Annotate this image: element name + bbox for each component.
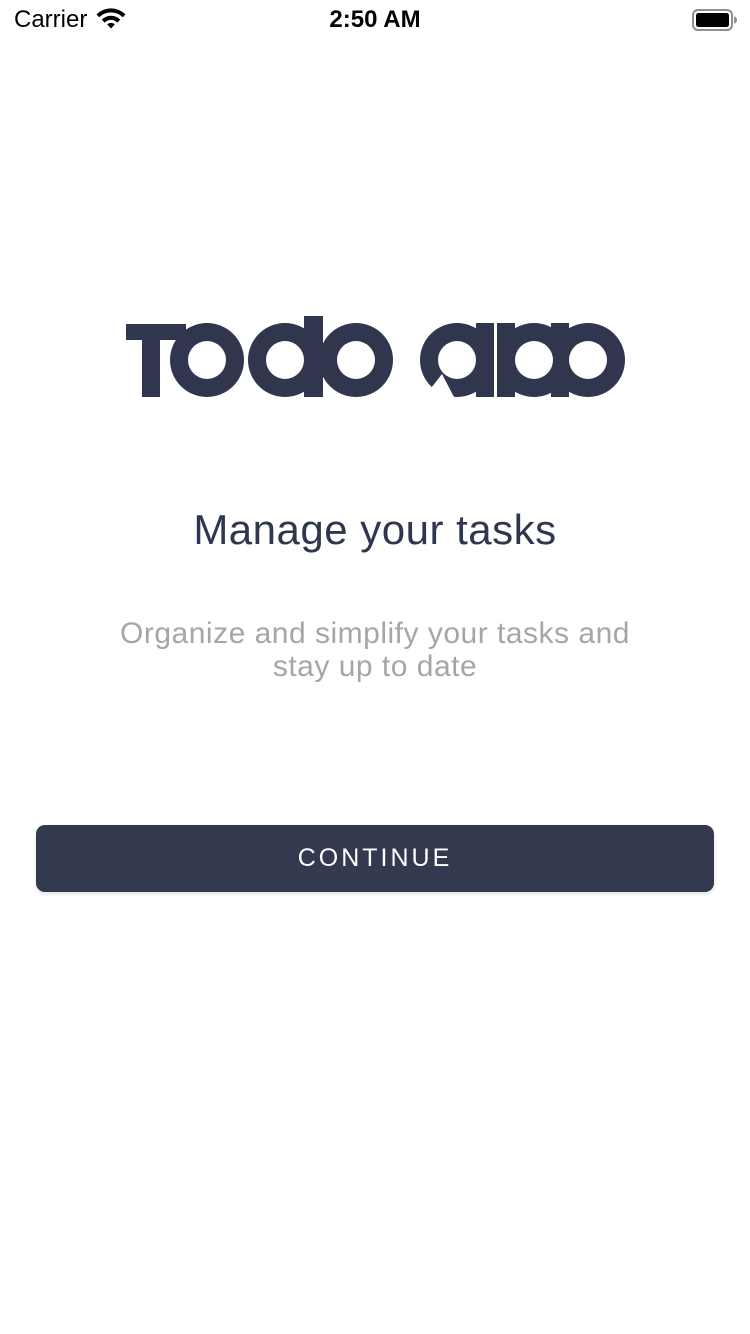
status-time: 2:50 AM [329, 6, 421, 33]
subtitle-line-2: stay up to date [272, 650, 478, 683]
continue-button[interactable]: CONTINUE [36, 825, 714, 892]
battery-full-icon [692, 8, 738, 32]
subtitle-line-1: Organize and simplify your tasks and [120, 617, 630, 650]
logo-wordmark [126, 316, 625, 397]
todo-app-logo [124, 316, 627, 400]
onboarding-subtitle: Organize and simplify your tasks and sta… [100, 617, 650, 683]
status-bar: Carrier 2:50 AM [0, 0, 750, 40]
onboarding-headline: Manage your tasks [193, 506, 557, 553]
